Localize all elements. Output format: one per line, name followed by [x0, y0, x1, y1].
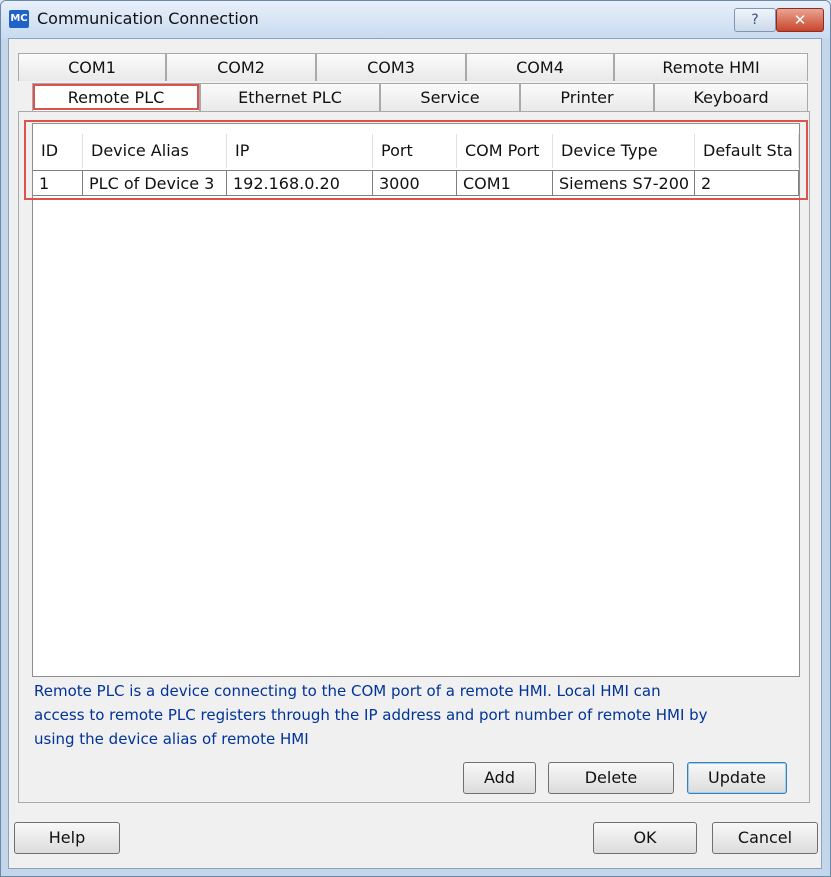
column-header-port[interactable]: Port [373, 134, 457, 168]
update-button[interactable]: Update [687, 762, 787, 794]
ok-button[interactable]: OK [593, 822, 697, 854]
tab-remote-hmi[interactable]: Remote HMI [614, 53, 808, 81]
app-icon: MC [9, 10, 29, 28]
dialog-title: Communication Connection [37, 9, 259, 28]
help-button[interactable]: Help [14, 822, 120, 854]
column-header-com-port[interactable]: COM Port [457, 134, 553, 168]
tab-com4[interactable]: COM4 [466, 53, 614, 81]
tab-com1[interactable]: COM1 [18, 53, 166, 81]
description-line-1: Remote PLC is a device connecting to the… [34, 682, 661, 700]
tab-com3[interactable]: COM3 [316, 53, 466, 81]
tab-com2[interactable]: COM2 [166, 53, 316, 81]
table-cell-port[interactable]: 3000 [373, 170, 457, 196]
cancel-button[interactable]: Cancel [712, 822, 818, 854]
description-line-3: using the device alias of remote HMI [34, 730, 309, 748]
close-icon[interactable]: ✕ [776, 8, 824, 32]
column-header-device-type[interactable]: Device Type [553, 134, 695, 168]
tab-printer[interactable]: Printer [520, 83, 654, 111]
remote-plc-table[interactable]: ID Device Alias IP Port COM Port Device … [32, 123, 800, 677]
tab-ethernet-plc[interactable]: Ethernet PLC [200, 83, 380, 111]
tab-row-2: Remote PLC Ethernet PLC Service Printer … [32, 83, 808, 111]
table-cell-default-station[interactable]: 2 [695, 170, 799, 196]
add-button[interactable]: Add [463, 762, 536, 794]
help-icon[interactable]: ? [734, 8, 776, 32]
column-header-device-alias[interactable]: Device Alias [83, 134, 227, 168]
column-header-id[interactable]: ID [33, 134, 83, 168]
table-cell-device-type[interactable]: Siemens S7-200 [553, 170, 695, 196]
tab-service[interactable]: Service [380, 83, 520, 111]
tab-remote-plc[interactable]: Remote PLC [32, 83, 200, 111]
table-cell-com-port[interactable]: COM1 [457, 170, 553, 196]
table-cell-ip[interactable]: 192.168.0.20 [227, 170, 373, 196]
column-header-default-station[interactable]: Default Sta [695, 134, 799, 168]
description-line-2: access to remote PLC registers through t… [34, 706, 708, 724]
delete-button[interactable]: Delete [548, 762, 674, 794]
tab-row-1: COM1 COM2 COM3 COM4 Remote HMI [18, 53, 808, 81]
title-bar[interactable]: MC Communication Connection ? ✕ [1, 1, 830, 39]
table-cell-id[interactable]: 1 [33, 170, 83, 196]
table-cell-device-alias[interactable]: PLC of Device 3 [83, 170, 227, 196]
tab-keyboard[interactable]: Keyboard [654, 83, 808, 111]
column-header-ip[interactable]: IP [227, 134, 373, 168]
remote-plc-description: Remote PLC is a device connecting to the… [34, 679, 824, 751]
